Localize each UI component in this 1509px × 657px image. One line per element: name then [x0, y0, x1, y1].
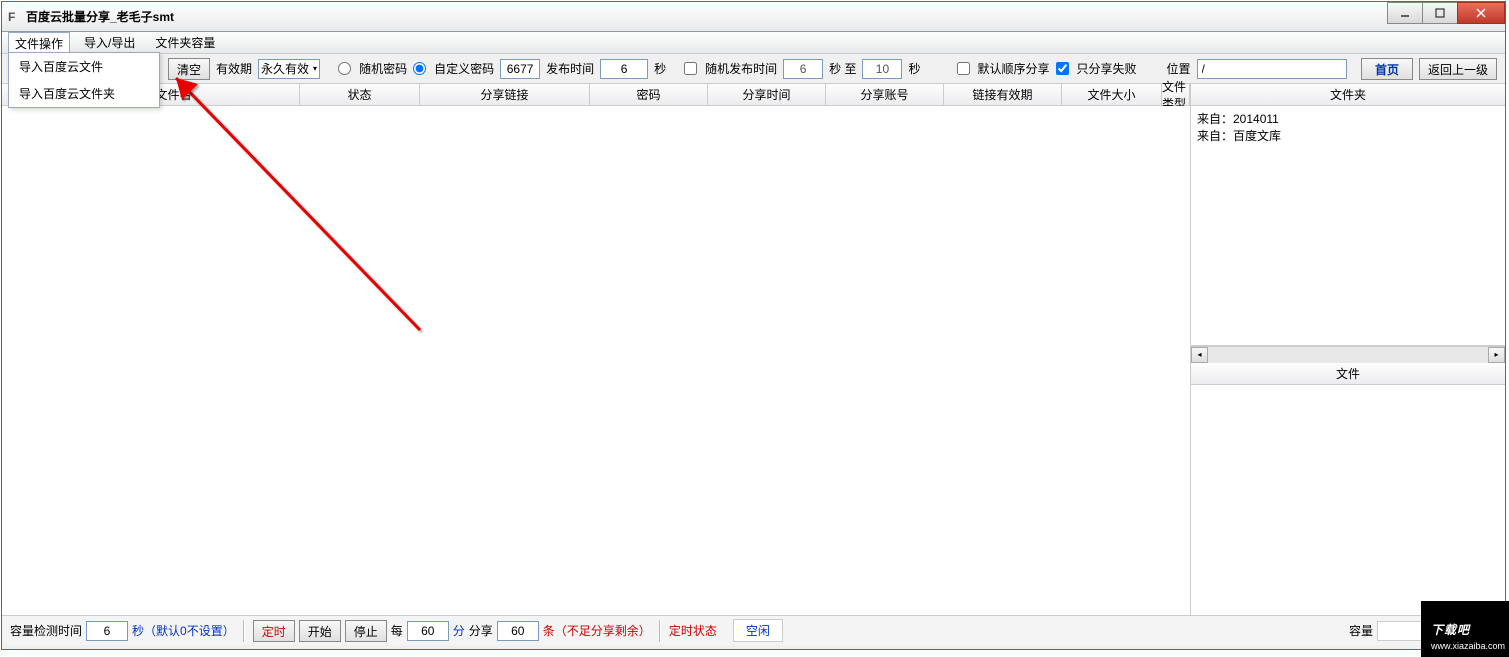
custom-password-label: 自定义密码: [434, 60, 494, 77]
random-password-radio[interactable]: [338, 62, 351, 75]
minute-label: 分: [453, 622, 465, 639]
toolbar: 清空 有效期 永久有效▾ 随机密码 自定义密码 发布时间 秒 随机发布时间 秒 …: [2, 54, 1505, 84]
col-link[interactable]: 分享链接: [420, 84, 590, 105]
default-order-checkbox[interactable]: [957, 62, 970, 75]
title-bar: F 百度云批量分享_老毛子smt: [2, 2, 1505, 32]
watermark: 下载吧 www.xiazaiba.com: [1421, 601, 1509, 657]
only-failed-label: 只分享失败: [1077, 60, 1137, 77]
table-body: [2, 106, 1190, 641]
import-baidu-file[interactable]: 导入百度云文件: [9, 53, 159, 80]
back-button[interactable]: 返回上一级: [1419, 58, 1497, 80]
timer-status-label: 定时状态: [669, 622, 717, 639]
file-list[interactable]: [1191, 385, 1505, 625]
publish-time-label: 发布时间: [546, 60, 594, 77]
timer-button[interactable]: 定时: [253, 620, 295, 642]
list-item[interactable]: 来自：2014011: [1197, 110, 1499, 127]
window-title: 百度云批量分享_老毛子smt: [26, 8, 174, 25]
list-item[interactable]: 来自：百度文库: [1197, 127, 1499, 144]
seconds-label-2: 秒: [908, 60, 920, 77]
col-password[interactable]: 密码: [590, 84, 708, 105]
random-to-input[interactable]: [862, 59, 902, 79]
random-publish-checkbox[interactable]: [684, 62, 697, 75]
menu-bar: 文件操作 导入/导出 文件夹容量: [2, 32, 1505, 54]
col-shared-time[interactable]: 分享时间: [708, 84, 826, 105]
start-button[interactable]: 开始: [299, 620, 341, 642]
import-baidu-folder[interactable]: 导入百度云文件夹: [9, 80, 159, 107]
minimize-button[interactable]: [1387, 2, 1423, 24]
chevron-down-icon: ▾: [313, 64, 317, 73]
random-publish-label: 随机发布时间: [705, 60, 777, 77]
validity-label: 有效期: [216, 60, 252, 77]
watermark-url: www.xiazaiba.com: [1431, 641, 1505, 651]
file-panel-header: 文件: [1191, 363, 1505, 385]
every-label: 每: [391, 622, 403, 639]
menu-folder-capacity[interactable]: 文件夹容量: [149, 32, 221, 53]
every-input[interactable]: [407, 621, 449, 641]
publish-time-input[interactable]: [600, 59, 648, 79]
default-order-label: 默认顺序分享: [978, 60, 1050, 77]
seconds-label-1: 秒: [654, 60, 666, 77]
random-password-label: 随机密码: [359, 60, 407, 77]
table-header: 编号 文件名 状态 分享链接 密码 分享时间 分享账号 链接有效期 文件大小 文…: [2, 84, 1190, 106]
main-area: 编号 文件名 状态 分享链接 密码 分享时间 分享账号 链接有效期 文件大小 文…: [2, 84, 1505, 641]
folder-list[interactable]: 来自：2014011 来自：百度文库: [1191, 106, 1505, 346]
menu-file-ops[interactable]: 文件操作: [8, 32, 70, 54]
scroll-right-icon[interactable]: ▸: [1488, 347, 1505, 363]
maximize-button[interactable]: [1422, 2, 1458, 24]
folder-panel-header: 文件夹: [1191, 84, 1505, 106]
col-size[interactable]: 文件大小: [1062, 84, 1162, 105]
right-panel: 文件夹 来自：2014011 来自：百度文库 ◂ ▸ 文件 ◂ ▸: [1191, 84, 1505, 641]
menu-import-export[interactable]: 导入/导出: [78, 32, 141, 53]
close-button[interactable]: [1457, 2, 1505, 24]
share-label: 分享: [469, 622, 493, 639]
left-panel: 编号 文件名 状态 分享链接 密码 分享时间 分享账号 链接有效期 文件大小 文…: [2, 84, 1191, 641]
capacity-check-label: 容量检测时间: [10, 622, 82, 639]
col-expiry[interactable]: 链接有效期: [944, 84, 1062, 105]
col-type[interactable]: 文件类型: [1162, 84, 1190, 105]
custom-password-radio[interactable]: [413, 62, 426, 75]
share-count-input[interactable]: [497, 621, 539, 641]
validity-select[interactable]: 永久有效▾: [258, 59, 320, 79]
file-ops-dropdown: 导入百度云文件 导入百度云文件夹: [8, 52, 160, 108]
status-bar: 容量检测时间 秒（默认0不设置） 定时 开始 停止 每 分 分享 条（不足分享剩…: [2, 615, 1505, 645]
watermark-text: 下载吧: [1431, 623, 1470, 637]
random-from-input[interactable]: [783, 59, 823, 79]
capacity-hint: 秒（默认0不设置）: [132, 622, 235, 639]
custom-password-input[interactable]: [500, 59, 540, 79]
seconds-to-label: 秒 至: [829, 60, 856, 77]
home-button[interactable]: 首页: [1361, 58, 1413, 80]
stop-button[interactable]: 停止: [345, 620, 387, 642]
capacity-check-input[interactable]: [86, 621, 128, 641]
col-account[interactable]: 分享账号: [826, 84, 944, 105]
scroll-track[interactable]: [1208, 347, 1488, 363]
only-failed-checkbox[interactable]: [1056, 62, 1069, 75]
scroll-left-icon[interactable]: ◂: [1191, 347, 1208, 363]
folder-scrollbar[interactable]: ◂ ▸: [1191, 346, 1505, 363]
location-input[interactable]: [1197, 59, 1347, 79]
timer-status-value: 空闲: [733, 619, 783, 642]
clear-button[interactable]: 清空: [168, 58, 210, 80]
col-status[interactable]: 状态: [300, 84, 420, 105]
share-hint: 条（不足分享剩余）: [543, 622, 651, 639]
app-icon: F: [8, 10, 22, 24]
location-label: 位置: [1167, 60, 1191, 77]
capacity-label: 容量: [1349, 622, 1373, 639]
